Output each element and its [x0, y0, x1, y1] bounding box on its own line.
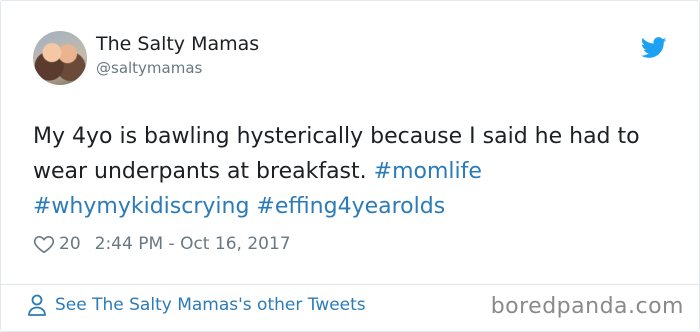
tweet-card: The Salty Mamas @saltymamas My 4yo is ba…: [0, 0, 700, 332]
footer-divider: [1, 284, 699, 285]
tweet-text: My 4yo is bawling hysterically because I…: [33, 119, 683, 224]
twitter-bird-icon[interactable]: [641, 37, 667, 59]
tweet-body: My 4yo is bawling hysterically because I…: [33, 124, 640, 184]
hashtag-whymykidiscrying[interactable]: #whymykidiscrying: [33, 194, 249, 219]
hashtag-momlife[interactable]: #momlife: [374, 159, 482, 184]
tweet-header: The Salty Mamas @saltymamas: [33, 31, 679, 91]
tweet-timestamp[interactable]: 2:44 PM - Oct 16, 2017: [95, 234, 291, 254]
other-tweets-link[interactable]: See The Salty Mamas's other Tweets: [27, 294, 366, 316]
watermark-logo: boredpanda.com: [490, 294, 684, 319]
heart-icon[interactable]: [33, 233, 55, 255]
tweet-meta: 20 2:44 PM - Oct 16, 2017: [33, 231, 291, 257]
person-icon: [28, 294, 46, 316]
avatar[interactable]: [33, 31, 87, 85]
like-count[interactable]: 20: [59, 234, 81, 254]
author-name[interactable]: The Salty Mamas: [96, 33, 259, 55]
author-handle[interactable]: @saltymamas: [96, 59, 202, 77]
other-tweets-label[interactable]: See The Salty Mamas's other Tweets: [55, 295, 366, 315]
hashtag-effing4yearolds[interactable]: #effing4yearolds: [256, 194, 445, 219]
